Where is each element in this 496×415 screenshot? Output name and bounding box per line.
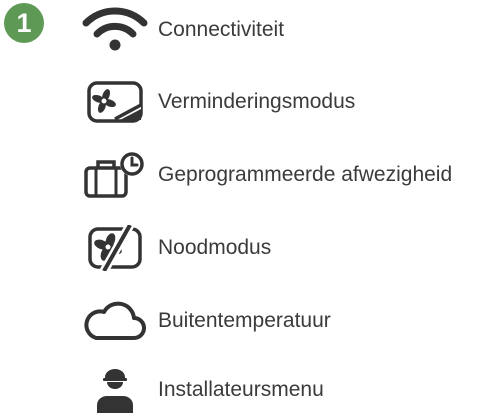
menu-item-label: Verminderingsmodus [158, 90, 356, 113]
wifi-icon [80, 7, 150, 53]
menu-item-label: Geprogrammeerde afwezigheid [158, 163, 453, 186]
reduced-mode-fan-icon [80, 79, 150, 125]
emergency-mode-fan-icon [80, 225, 150, 271]
menu-item-outdoor-temperature[interactable]: Buitentemperatuur [80, 298, 331, 344]
cloud-icon [80, 298, 150, 344]
menu-item-label: Buitentemperatuur [158, 309, 331, 332]
settings-menu: Connectiviteit Verminderingsmodus Geprog… [0, 0, 496, 415]
menu-item-connectivity[interactable]: Connectiviteit [80, 7, 284, 53]
menu-item-label: Connectiviteit [158, 18, 285, 41]
menu-item-label: Installateursmenu [158, 378, 324, 401]
menu-item-emergency-mode[interactable]: Noodmodus [80, 225, 271, 271]
suitcase-clock-icon [80, 152, 150, 198]
menu-item-scheduled-absence[interactable]: Geprogrammeerde afwezigheid [80, 152, 452, 198]
menu-item-label: Noodmodus [158, 236, 272, 259]
menu-item-reduced-mode[interactable]: Verminderingsmodus [80, 79, 355, 125]
installer-icon [80, 367, 150, 413]
menu-item-installer-menu[interactable]: Installateursmenu [80, 367, 324, 413]
